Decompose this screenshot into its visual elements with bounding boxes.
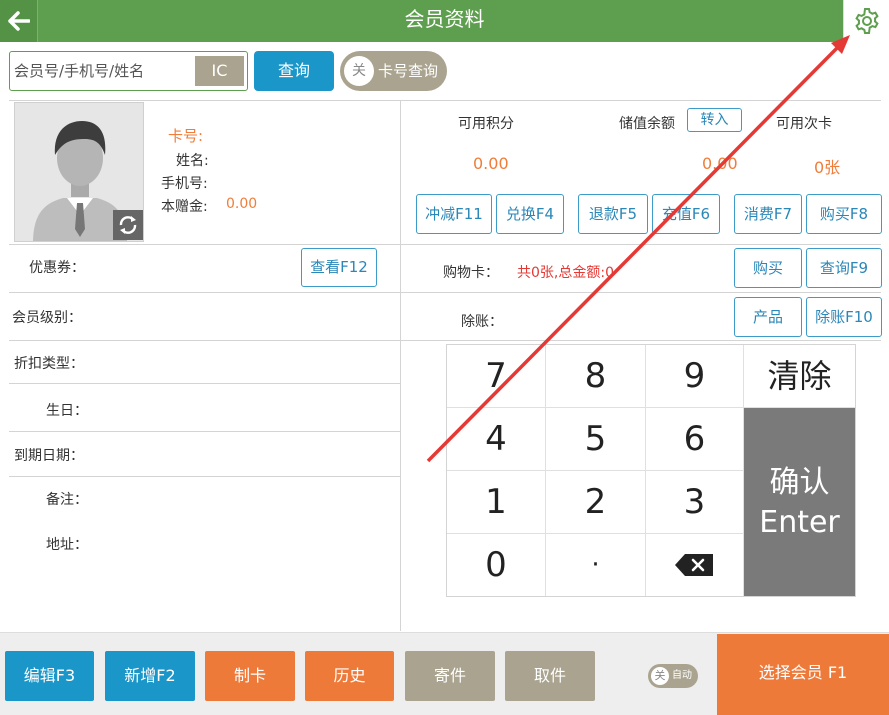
pickup-button[interactable]: 取件 <box>505 651 595 701</box>
product-button[interactable]: 产品 <box>734 297 802 337</box>
divider <box>9 292 881 293</box>
toggle-knob: 关 <box>344 56 374 86</box>
backspace-icon <box>674 554 713 576</box>
history-button[interactable]: 历史 <box>305 651 394 701</box>
query-button[interactable]: 查询 <box>254 51 334 91</box>
address-label: 地址： <box>46 537 88 553</box>
recharge-button[interactable]: 充值F6 <box>652 194 720 234</box>
enter-label: Enter <box>759 505 840 540</box>
gift-balance-label: 本赠金: <box>161 199 208 215</box>
balance-value: 0.00 <box>702 154 738 173</box>
buy-card-button[interactable]: 购买 <box>734 248 802 288</box>
key-7[interactable]: 7 <box>447 345 546 408</box>
consume-button[interactable]: 消费F7 <box>734 194 802 234</box>
toggle-label: 卡号查询 <box>378 62 439 80</box>
edit-button[interactable]: 编辑F3 <box>5 651 94 701</box>
purchase-button[interactable]: 购买F8 <box>806 194 882 234</box>
key-8[interactable]: 8 <box>546 345 646 408</box>
card-number-label: 卡号: <box>168 127 204 145</box>
divider <box>9 383 400 384</box>
search-field: IC <box>9 51 248 91</box>
clear-key[interactable]: 清除 <box>744 345 855 408</box>
times-card-label: 可用次卡 <box>776 116 832 132</box>
balance-label: 储值余额 <box>619 116 675 132</box>
key-9[interactable]: 9 <box>646 345 744 408</box>
ic-card-button[interactable]: IC <box>195 56 244 86</box>
phone-label: 手机号: <box>161 176 208 192</box>
divider <box>400 101 401 631</box>
points-value: 0.00 <box>473 154 509 173</box>
refund-button[interactable]: 退款F5 <box>578 194 648 234</box>
member-level-label: 会员级别： <box>12 310 82 326</box>
backspace-key[interactable] <box>646 534 744 596</box>
query-card-button[interactable]: 查询F9 <box>806 248 882 288</box>
points-label: 可用积分 <box>458 116 514 132</box>
credit-f10-button[interactable]: 除账F10 <box>806 297 882 337</box>
discount-type-label: 折扣类型： <box>14 356 84 372</box>
key-6[interactable]: 6 <box>646 408 744 471</box>
page-title: 会员资料 <box>404 7 485 31</box>
name-label: 姓名: <box>176 153 209 169</box>
view-coupon-button[interactable]: 查看F12 <box>301 248 377 287</box>
auto-toggle-knob: 关 <box>651 667 669 685</box>
refresh-avatar-button[interactable] <box>113 210 143 240</box>
deduct-button[interactable]: 冲减F11 <box>416 194 492 234</box>
shopping-card-label: 购物卡： <box>443 265 499 281</box>
gear-icon <box>854 8 879 34</box>
member-search-input[interactable] <box>14 56 192 86</box>
card-number-query-toggle[interactable]: 关 卡号查询 <box>340 51 447 91</box>
divider <box>9 431 400 432</box>
divider <box>9 476 400 477</box>
note-label: 备注： <box>46 492 88 508</box>
key-decimal[interactable]: · <box>546 534 646 596</box>
confirm-label: 确认 <box>769 465 830 500</box>
shopping-card-summary: 共0张,总金额:0 <box>517 265 614 281</box>
key-1[interactable]: 1 <box>447 471 546 534</box>
divider <box>9 340 881 341</box>
divider <box>9 100 881 101</box>
deposit-button[interactable]: 寄件 <box>405 651 495 701</box>
key-3[interactable]: 3 <box>646 471 744 534</box>
key-5[interactable]: 5 <box>546 408 646 471</box>
new-member-button[interactable]: 新增F2 <box>105 651 195 701</box>
make-card-button[interactable]: 制卡 <box>205 651 295 701</box>
arrow-left-icon <box>7 11 30 31</box>
auto-toggle[interactable]: 关 自动 <box>648 664 698 688</box>
key-0[interactable]: 0 <box>447 534 546 596</box>
coupon-label: 优惠券： <box>29 260 85 276</box>
credit-label: 除账： <box>461 314 503 330</box>
member-profile-window: 会员资料 IC 查询 关 卡号查询 <box>0 0 889 715</box>
auto-toggle-label: 自动 <box>672 670 692 681</box>
divider <box>9 244 881 245</box>
key-4[interactable]: 4 <box>447 408 546 471</box>
numeric-keypad: 7 8 9 清除 4 5 6 1 2 3 0 · 确认 Enter <box>446 344 856 597</box>
select-member-button[interactable]: 选择会员 F1 <box>717 634 889 715</box>
back-button[interactable] <box>0 0 38 42</box>
title-bar: 会员资料 <box>0 0 889 42</box>
gift-balance-value: 0.00 <box>226 196 258 212</box>
exchange-button[interactable]: 兑换F4 <box>496 194 564 234</box>
key-2[interactable]: 2 <box>546 471 646 534</box>
times-card-value: 0张 <box>814 158 841 177</box>
birthday-label: 生日： <box>46 403 88 419</box>
settings-button[interactable] <box>843 0 889 42</box>
refresh-icon <box>119 216 137 234</box>
transfer-in-button[interactable]: 转入 <box>687 108 742 132</box>
confirm-enter-key[interactable]: 确认 Enter <box>744 408 855 596</box>
expiry-date-label: 到期日期： <box>14 448 84 464</box>
